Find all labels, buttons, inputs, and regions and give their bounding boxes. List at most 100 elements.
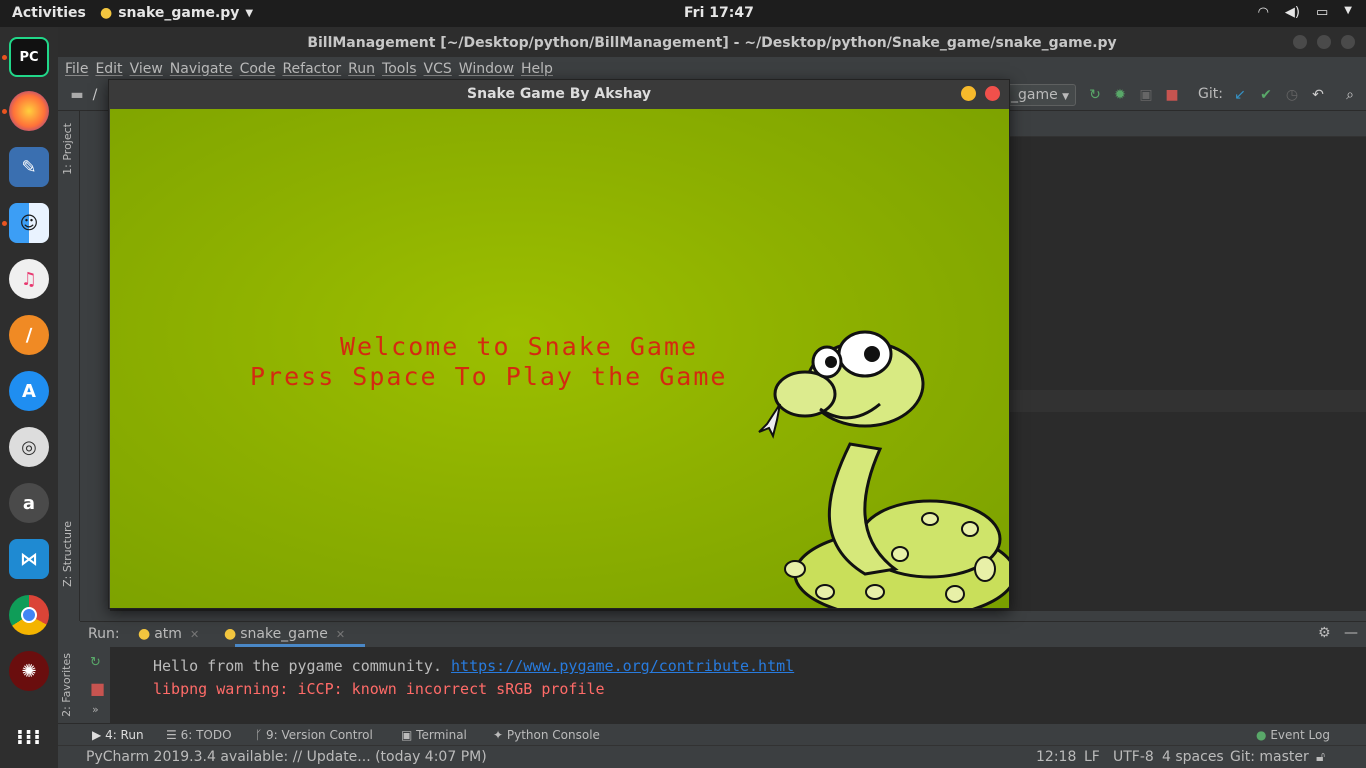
snake-game-window: Snake Game By Akshay Welcome to Snake Ga… <box>108 79 1010 609</box>
run-config-label: _game <box>1011 87 1058 103</box>
cursor-position[interactable]: 12:18 <box>1036 749 1076 765</box>
console-line: Hello from the pygame community. https:/… <box>153 657 794 675</box>
wifi-icon[interactable]: ◠ <box>1258 5 1269 20</box>
revert-icon[interactable]: ↶ <box>1309 86 1327 104</box>
welcome-text: Welcome to Snake Game <box>340 332 699 361</box>
folder-icon[interactable]: ▬ <box>68 86 86 104</box>
menu-window[interactable]: Window <box>459 57 514 81</box>
amazon-icon[interactable]: a <box>9 483 49 523</box>
indent-setting[interactable]: 4 spaces <box>1162 749 1224 765</box>
menu-edit[interactable]: Edit <box>95 57 122 81</box>
music-icon[interactable]: ♫ <box>9 259 49 299</box>
game-icon[interactable]: ✺ <box>9 651 49 691</box>
image-viewer-icon[interactable]: ✎ <box>9 147 49 187</box>
hide-icon[interactable]: — <box>1344 625 1358 641</box>
pycharm-icon[interactable]: PC <box>9 37 49 77</box>
menu-run[interactable]: Run <box>348 57 375 81</box>
lock-icon[interactable]: 🔓︎ <box>1316 749 1325 765</box>
help-icon[interactable]: ◎ <box>9 427 49 467</box>
minimize-button[interactable] <box>961 86 976 101</box>
app-store-icon[interactable]: A <box>9 371 49 411</box>
console-text: Hello from the pygame community. <box>153 657 452 675</box>
structure-tool-tab[interactable]: Z: Structure <box>61 521 74 587</box>
git-update-icon[interactable]: ↙ <box>1231 86 1249 104</box>
python-console-tool-tab-label: Python Console <box>506 728 600 742</box>
list-icon: ☰ <box>166 728 177 742</box>
python-icon: ● <box>138 626 151 642</box>
run-tab-label: snake_game <box>240 626 328 642</box>
event-log-tool-tab[interactable]: ● Event Log <box>1256 728 1330 742</box>
project-tool-tab[interactable]: 1: Project <box>61 123 74 175</box>
more-icon[interactable]: » <box>92 703 99 716</box>
chrome-icon[interactable] <box>9 595 49 635</box>
menu-view[interactable]: View <box>130 57 163 81</box>
rerun-icon[interactable]: ↻ <box>1086 86 1104 104</box>
run-tab-atm[interactable]: ● atm ✕ <box>138 626 199 642</box>
volume-icon[interactable]: ◀) <box>1285 5 1300 20</box>
version-control-tool-tab-label: 9: Version Control <box>266 728 373 742</box>
minimize-button[interactable] <box>1293 35 1307 49</box>
run-config-select[interactable]: _game ▼ <box>1004 84 1076 106</box>
show-applications-icon[interactable]: ⁝⁝⁝ <box>9 717 49 757</box>
run-tool-tab[interactable]: ▶ 4: Run <box>92 728 144 742</box>
finder-icon[interactable]: ☺ <box>9 203 49 243</box>
run-console[interactable]: Hello from the pygame community. https:/… <box>110 647 1366 723</box>
terminal-tool-tab[interactable]: ▣ Terminal <box>401 728 467 742</box>
status-message[interactable]: PyCharm 2019.3.4 available: // Update...… <box>86 749 487 765</box>
close-button[interactable] <box>1341 35 1355 49</box>
git-commit-icon[interactable]: ✔ <box>1257 86 1275 104</box>
system-tray[interactable]: ◠ ◀) ▭ ▼ <box>1258 5 1352 20</box>
close-icon[interactable]: ✕ <box>336 628 345 641</box>
breadcrumb-separator: / <box>92 87 98 103</box>
version-control-tool-tab[interactable]: ᚴ 9: Version Control <box>255 728 373 742</box>
search-icon[interactable]: ⌕ <box>1341 86 1359 104</box>
run-tab-snake-game[interactable]: ● snake_game ✕ <box>224 626 345 642</box>
window-title: BillManagement [~/Desktop/python/BillMan… <box>58 27 1366 57</box>
branch-icon: ᚴ <box>255 728 263 742</box>
game-canvas[interactable]: Welcome to Snake Game Press Space To Pla… <box>110 109 1009 608</box>
python-console-tool-tab[interactable]: ✦ Python Console <box>493 728 600 742</box>
sublime-text-icon[interactable]: ∕ <box>9 315 49 355</box>
close-button[interactable] <box>985 86 1000 101</box>
stop-icon[interactable]: ■ <box>1163 86 1181 104</box>
rerun-icon[interactable]: ↻ <box>90 655 101 670</box>
clock[interactable]: Fri 17:47 <box>684 5 754 21</box>
dock: PC ✎ ☺ ♫ ∕ A ◎ a ⋈ ✺ ⁝⁝⁝ <box>0 27 58 768</box>
console-warning-line: libpng warning: iCCP: known incorrect sR… <box>153 680 605 698</box>
stop-icon[interactable]: ■ <box>90 679 105 698</box>
python-icon: ● <box>100 5 113 21</box>
chevron-down-icon[interactable]: ▼ <box>1344 5 1352 20</box>
git-branch[interactable]: Git: master <box>1230 749 1309 765</box>
chevron-down-icon: ▼ <box>245 7 254 19</box>
python-icon: ✦ <box>493 728 504 742</box>
menu-help[interactable]: Help <box>521 57 553 81</box>
running-indicator <box>2 221 7 226</box>
coverage-icon[interactable]: ▣ <box>1137 86 1155 104</box>
menu-tools[interactable]: Tools <box>382 57 417 81</box>
menu-code[interactable]: Code <box>240 57 276 81</box>
pygame-contribute-link[interactable]: https://www.pygame.org/contribute.html <box>451 657 794 675</box>
git-history-icon[interactable]: ◷ <box>1283 86 1301 104</box>
battery-icon[interactable]: ▭ <box>1316 5 1328 20</box>
vscode-icon[interactable]: ⋈ <box>9 539 49 579</box>
favorites-tool-tab[interactable]: 2: Favorites <box>60 653 73 717</box>
file-encoding[interactable]: UTF-8 <box>1113 749 1154 765</box>
menu-navigate[interactable]: Navigate <box>170 57 233 81</box>
app-menu[interactable]: ● snake_game.py ▼ <box>100 5 253 21</box>
settings-icon[interactable]: ⚙ <box>1318 625 1331 641</box>
menu-file[interactable]: File <box>65 57 88 81</box>
terminal-icon: ▣ <box>401 728 413 742</box>
firefox-icon[interactable] <box>9 91 49 131</box>
close-icon[interactable]: ✕ <box>190 628 199 641</box>
status-bar: PyCharm 2019.3.4 available: // Update...… <box>58 745 1366 768</box>
menu-refactor[interactable]: Refactor <box>282 57 341 81</box>
running-indicator <box>2 109 7 114</box>
maximize-button[interactable] <box>1317 35 1331 49</box>
menu-vcs[interactable]: VCS <box>424 57 452 81</box>
snake-illustration <box>758 330 1009 608</box>
activities-button[interactable]: Activities <box>12 5 86 21</box>
system-top-bar: Activities ● snake_game.py ▼ Fri 17:47 ◠… <box>0 0 1366 27</box>
line-separator[interactable]: LF <box>1084 749 1100 765</box>
debug-icon[interactable]: ✹ <box>1111 86 1129 104</box>
todo-tool-tab[interactable]: ☰ 6: TODO <box>166 728 232 742</box>
